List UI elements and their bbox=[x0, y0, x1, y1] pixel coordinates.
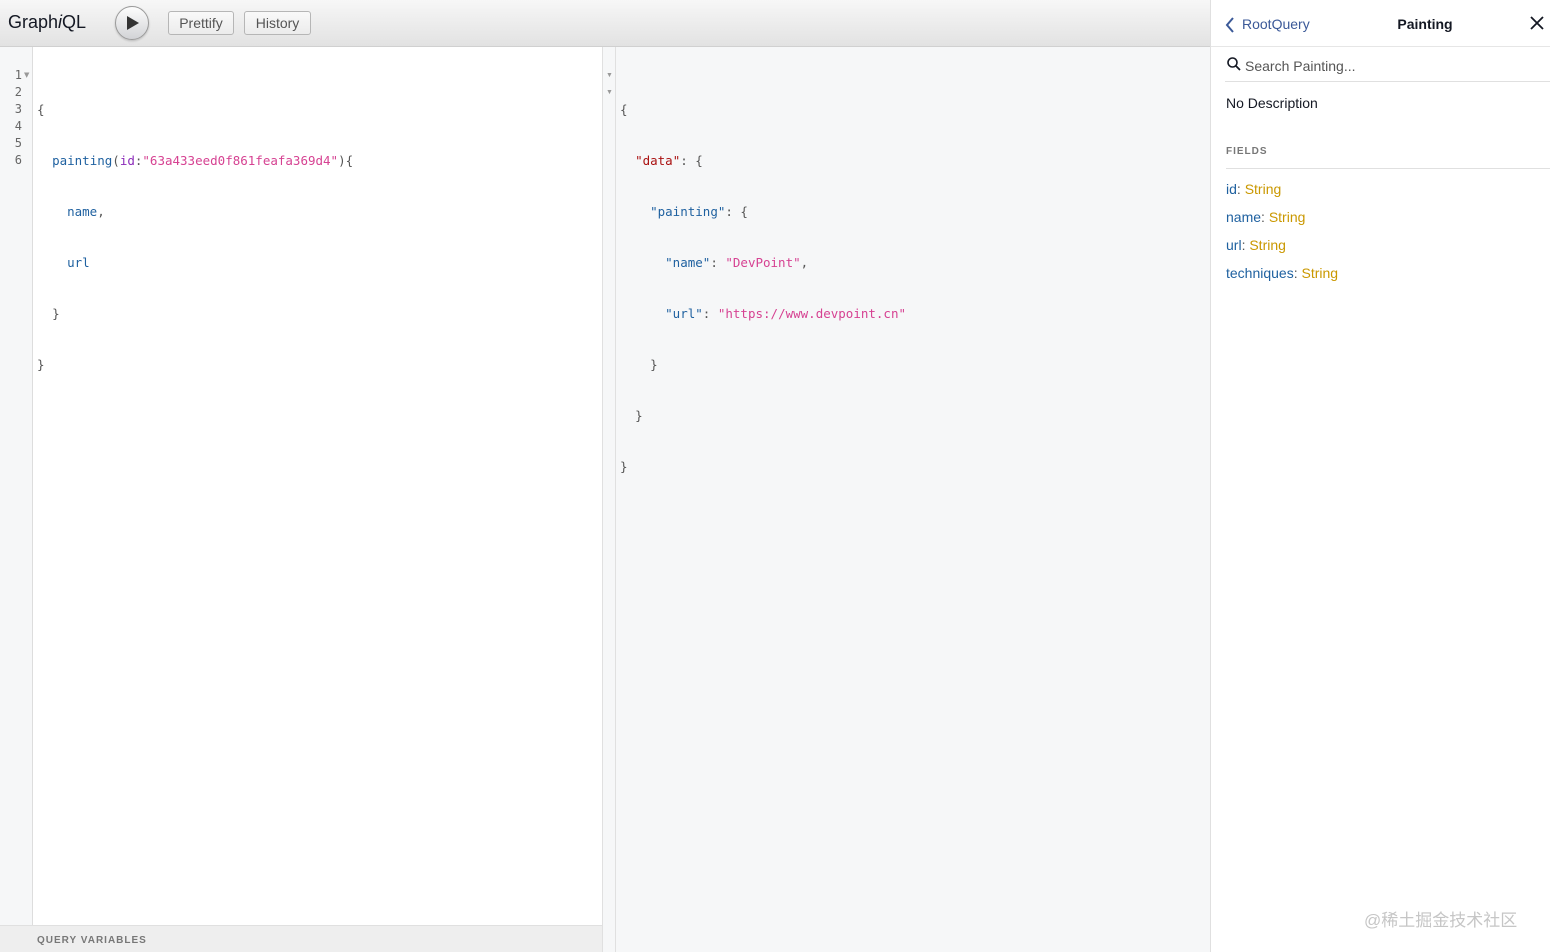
field-colon: : bbox=[1236, 181, 1245, 197]
result-json: { "data": { "painting": { "name": "DevPo… bbox=[620, 67, 906, 509]
result-line: "painting": { bbox=[620, 203, 906, 220]
watermark: @稀土掘金技术社区 bbox=[1364, 911, 1518, 930]
query-code[interactable]: { painting(id:"63a433eed0f861feafa369d4"… bbox=[37, 67, 353, 407]
query-field-painting: painting bbox=[52, 153, 113, 168]
punct: : { bbox=[680, 153, 703, 168]
code-line: url bbox=[37, 254, 353, 271]
result-line: } bbox=[620, 458, 906, 475]
paren-open: ( bbox=[112, 153, 120, 168]
code-line: name, bbox=[37, 203, 353, 220]
brace-close: } bbox=[620, 459, 628, 474]
brace-close: } bbox=[635, 408, 643, 423]
chevron-left-icon bbox=[1225, 17, 1234, 33]
line-number: 6 bbox=[14, 153, 22, 167]
result-key-data: "data" bbox=[635, 153, 681, 168]
doc-field-row: id: String bbox=[1226, 180, 1281, 198]
argument-name: id bbox=[119, 153, 135, 168]
result-line: { bbox=[620, 101, 906, 118]
docs-search bbox=[1225, 52, 1550, 82]
docs-header: RootQuery Painting bbox=[1211, 0, 1550, 47]
punct: : bbox=[702, 306, 718, 321]
doc-field-row: techniques: String bbox=[1226, 264, 1338, 282]
query-field-name: name bbox=[67, 204, 98, 219]
doc-field-type[interactable]: String bbox=[1245, 181, 1282, 197]
doc-field-name[interactable]: name bbox=[1226, 209, 1261, 225]
close-icon bbox=[1530, 16, 1544, 30]
result-value-url: "https://www.devpoint.cn" bbox=[717, 306, 907, 321]
execute-query-button[interactable] bbox=[115, 6, 149, 40]
logo-text-post: QL bbox=[62, 12, 87, 32]
query-editor[interactable]: 1 ▼ 2 3 4 5 6 { painting(id:"63a433eed0f… bbox=[0, 47, 603, 952]
logo-text-pre: Graph bbox=[8, 12, 59, 32]
pane-resize-handle[interactable] bbox=[603, 47, 616, 952]
docs-search-input[interactable] bbox=[1245, 55, 1545, 77]
type-description: No Description bbox=[1226, 95, 1318, 111]
brace-close: } bbox=[37, 357, 45, 372]
code-line: { bbox=[37, 101, 353, 118]
fold-arrow-icon[interactable]: ▼ bbox=[24, 67, 29, 84]
result-key-name: "name" bbox=[665, 255, 711, 270]
result-value-name: "DevPoint" bbox=[725, 255, 801, 270]
doc-field-name[interactable]: techniques bbox=[1226, 265, 1294, 281]
result-line: "url": "https://www.devpoint.cn" bbox=[620, 305, 906, 322]
doc-field-type[interactable]: String bbox=[1249, 237, 1286, 253]
doc-field-row: url: String bbox=[1226, 236, 1286, 254]
brace-close: } bbox=[52, 306, 60, 321]
line-number: 5 bbox=[14, 136, 22, 150]
search-icon bbox=[1227, 57, 1241, 71]
punct: : bbox=[710, 255, 726, 270]
paren-close: ){ bbox=[338, 153, 354, 168]
graphiql-logo: GraphiQL bbox=[8, 12, 86, 33]
back-link-label: RootQuery bbox=[1242, 16, 1310, 32]
prettify-button[interactable]: Prettify bbox=[168, 11, 234, 35]
line-number: 2 bbox=[14, 85, 22, 99]
code-line: } bbox=[37, 356, 353, 373]
code-line: } bbox=[37, 305, 353, 322]
docs-title: Painting bbox=[1397, 16, 1453, 32]
line-number-gutter: 1 ▼ 2 3 4 5 6 bbox=[0, 47, 33, 925]
brace-open: { bbox=[37, 102, 45, 117]
result-line: } bbox=[620, 407, 906, 424]
history-button[interactable]: History bbox=[244, 11, 311, 35]
result-key-painting: "painting" bbox=[650, 204, 726, 219]
brace-close: } bbox=[650, 357, 658, 372]
line-number: 1 bbox=[14, 68, 22, 82]
fold-arrow-icon[interactable]: ▼ bbox=[606, 84, 613, 101]
comma: , bbox=[800, 255, 809, 270]
fold-arrow-icon[interactable]: ▼ bbox=[606, 67, 613, 84]
brace-open: { bbox=[620, 102, 628, 117]
field-colon: : bbox=[1293, 265, 1302, 281]
fields-section-title: FIELDS bbox=[1226, 146, 1550, 169]
result-key-url: "url" bbox=[665, 306, 703, 321]
doc-field-type[interactable]: String bbox=[1302, 265, 1339, 281]
query-variables-toggle[interactable]: QUERY VARIABLES bbox=[0, 925, 602, 952]
doc-field-name[interactable]: id bbox=[1226, 181, 1237, 197]
result-line: "name": "DevPoint", bbox=[620, 254, 906, 271]
close-docs-button[interactable] bbox=[1529, 15, 1547, 33]
line-number: 4 bbox=[14, 119, 22, 133]
toolbar: GraphiQL Prettify History bbox=[0, 0, 1210, 47]
punct: : { bbox=[725, 204, 748, 219]
query-field-url: url bbox=[67, 255, 90, 270]
doc-field-row: name: String bbox=[1226, 208, 1305, 226]
result-line: } bbox=[620, 356, 906, 373]
result-viewer: ▼ ▼ { "data": { "painting": { "name": "D… bbox=[606, 47, 1210, 952]
comma: , bbox=[97, 204, 105, 219]
line-number: 3 bbox=[14, 102, 22, 116]
doc-field-name[interactable]: url bbox=[1226, 237, 1242, 253]
field-colon: : bbox=[1261, 209, 1269, 225]
argument-value: "63a433eed0f861feafa369d4" bbox=[142, 153, 339, 168]
doc-field-type[interactable]: String bbox=[1269, 209, 1306, 225]
play-icon bbox=[127, 16, 139, 30]
query-variables-title: QUERY VARIABLES bbox=[37, 935, 147, 946]
documentation-explorer: RootQuery Painting No Description FIELDS… bbox=[1210, 0, 1550, 952]
result-line: "data": { bbox=[620, 152, 906, 169]
code-line: painting(id:"63a433eed0f861feafa369d4"){ bbox=[37, 152, 353, 169]
